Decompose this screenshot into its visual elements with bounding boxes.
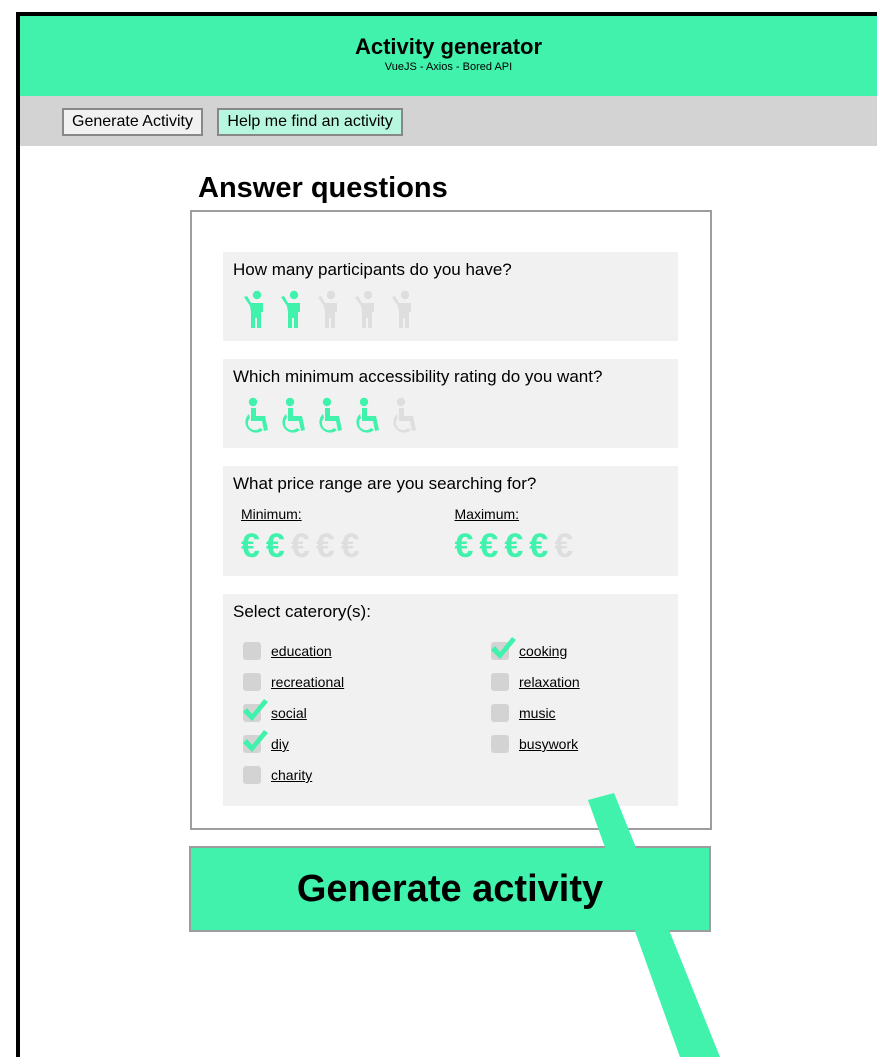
price-maximum-rating: € € € € € (455, 526, 669, 566)
euro-icon[interactable]: € (504, 526, 523, 566)
generate-activity-button[interactable]: Generate activity (189, 846, 711, 932)
app-subtitle: VueJS - Axios - Bored API (384, 61, 513, 73)
wheelchair-icon[interactable] (241, 397, 271, 437)
person-icon[interactable] (389, 290, 419, 330)
category-label[interactable]: education (271, 643, 332, 659)
euro-icon[interactable]: € (529, 526, 548, 566)
questions-panel: How many participants do you have? Which… (190, 210, 712, 830)
wheelchair-icon[interactable] (278, 397, 308, 437)
category-item[interactable]: music (491, 702, 556, 724)
category-checkbox[interactable] (243, 766, 261, 784)
category-label[interactable]: music (519, 705, 556, 721)
category-checkbox[interactable] (491, 637, 516, 660)
euro-icon[interactable]: € (479, 526, 498, 566)
wheelchair-icon[interactable] (315, 397, 345, 437)
price-maximum: Maximum: € € € € € (455, 506, 669, 566)
checkmark-icon (491, 637, 516, 659)
category-item[interactable]: charity (243, 764, 312, 786)
participants-question: How many participants do you have? (223, 252, 678, 341)
euro-icon[interactable]: € (291, 526, 310, 566)
accessibility-rating (241, 397, 668, 437)
generate-activity-nav-button[interactable]: Generate Activity (62, 108, 203, 136)
price-minimum: Minimum: € € € € € (241, 506, 455, 566)
euro-icon[interactable]: € (554, 526, 573, 566)
category-item[interactable]: cooking (491, 637, 567, 662)
checkmark-icon (243, 699, 268, 721)
wheelchair-icon[interactable] (389, 397, 419, 437)
category-label[interactable]: recreational (271, 674, 344, 690)
category-checkbox[interactable] (243, 673, 261, 691)
category-item[interactable]: education (243, 640, 332, 662)
category-list: education recreational social diy charity coo… (233, 637, 668, 810)
category-label[interactable]: charity (271, 767, 312, 783)
person-icon[interactable] (241, 290, 271, 330)
participants-question-label: How many participants do you have? (233, 260, 512, 279)
category-question-label: Select caterory(s): (233, 602, 371, 621)
person-icon[interactable] (352, 290, 382, 330)
category-question: Select caterory(s): education recreationa… (223, 594, 678, 806)
category-item[interactable]: recreational (243, 671, 344, 693)
category-label[interactable]: diy (271, 736, 289, 752)
category-checkbox[interactable] (491, 673, 509, 691)
category-item[interactable]: busywork (491, 733, 578, 755)
category-checkbox[interactable] (243, 699, 268, 722)
section-title: Answer questions (198, 172, 448, 204)
category-checkbox[interactable] (491, 704, 509, 722)
euro-icon[interactable]: € (455, 526, 474, 566)
price-minimum-label: Minimum: (241, 506, 302, 522)
euro-icon[interactable]: € (316, 526, 335, 566)
category-label[interactable]: busywork (519, 736, 578, 752)
category-label[interactable]: social (271, 705, 307, 721)
category-checkbox[interactable] (491, 735, 509, 753)
category-checkbox[interactable] (243, 642, 261, 660)
help-find-activity-nav-button[interactable]: Help me find an activity (217, 108, 403, 136)
checkmark-icon (243, 730, 268, 752)
category-checkbox[interactable] (243, 730, 268, 753)
euro-icon[interactable]: € (341, 526, 360, 566)
price-question-label: What price range are you searching for? (233, 474, 537, 493)
person-icon[interactable] (278, 290, 308, 330)
category-label[interactable]: cooking (519, 643, 567, 659)
participants-rating (241, 290, 668, 330)
accessibility-question: Which minimum accessibility rating do yo… (223, 359, 678, 448)
nav-bar: Generate Activity Help me find an activi… (20, 96, 877, 146)
person-icon[interactable] (315, 290, 345, 330)
price-maximum-label: Maximum: (454, 506, 520, 522)
accessibility-question-label: Which minimum accessibility rating do yo… (233, 367, 603, 386)
euro-icon[interactable]: € (241, 526, 260, 566)
category-item[interactable]: relaxation (491, 671, 580, 693)
price-question: What price range are you searching for? … (223, 466, 678, 576)
euro-icon[interactable]: € (266, 526, 285, 566)
wheelchair-icon[interactable] (352, 397, 382, 437)
price-minimum-rating: € € € € € (241, 526, 455, 566)
app-header: Activity generator VueJS - Axios - Bored… (20, 16, 877, 96)
category-label[interactable]: relaxation (519, 674, 580, 690)
category-item[interactable]: social (243, 699, 307, 724)
app-title: Activity generator (354, 34, 543, 59)
category-item[interactable]: diy (243, 730, 289, 755)
